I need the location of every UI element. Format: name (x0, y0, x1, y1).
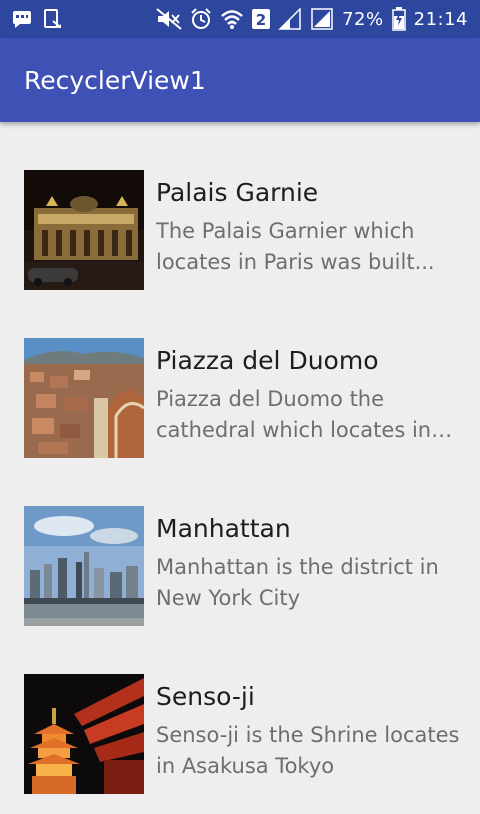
sim-number: 2 (256, 11, 266, 29)
signal-icon (278, 8, 302, 30)
signal-icon (310, 8, 334, 30)
item-title: Piazza del Duomo (156, 346, 379, 375)
sim2-icon: 2 (252, 8, 271, 30)
palais-garnier-photo (24, 170, 144, 290)
app-bar: RecyclerView1 (0, 38, 480, 122)
status-left (12, 9, 72, 29)
item-title: Palais Garnie (156, 178, 319, 207)
clock: 21:14 (413, 8, 468, 30)
item-title: Manhattan (156, 514, 291, 543)
item-description: Senso-ji is the Shrine locates in Asakus… (156, 723, 460, 778)
status-right: 2 72% 21:14 (148, 7, 468, 31)
manhattan-photo (24, 506, 144, 626)
page-title: RecyclerView1 (24, 65, 206, 95)
battery-percent: 72% (342, 8, 384, 30)
list-item[interactable]: Senso-ji Senso-ji is the Shrine locates … (0, 674, 480, 814)
list-item[interactable]: Manhattan Manhattan is the district in N… (0, 506, 480, 646)
item-description: Manhattan is the district in New York Ci… (156, 555, 439, 610)
message-icon (12, 9, 32, 29)
item-description: Piazza del Duomo the cathedral which loc… (156, 387, 432, 442)
status-bar: 2 72% 21:14 (0, 0, 480, 38)
download-icon (42, 9, 62, 29)
mute-icon (156, 8, 182, 30)
piazza-del-duomo-photo (24, 338, 144, 458)
senso-ji-photo (24, 674, 144, 794)
alarm-icon (190, 8, 212, 30)
list-item[interactable]: Piazza del Duomo Piazza del Duomo the ca… (0, 338, 480, 478)
item-title: Senso-ji (156, 682, 255, 711)
list-item[interactable]: Palais Garnie The Palais Garnier which l… (0, 170, 480, 310)
battery-charging-icon (391, 7, 406, 31)
item-description: The Palais Garnier which locates in Pari… (156, 219, 435, 274)
wifi-icon (220, 8, 244, 30)
